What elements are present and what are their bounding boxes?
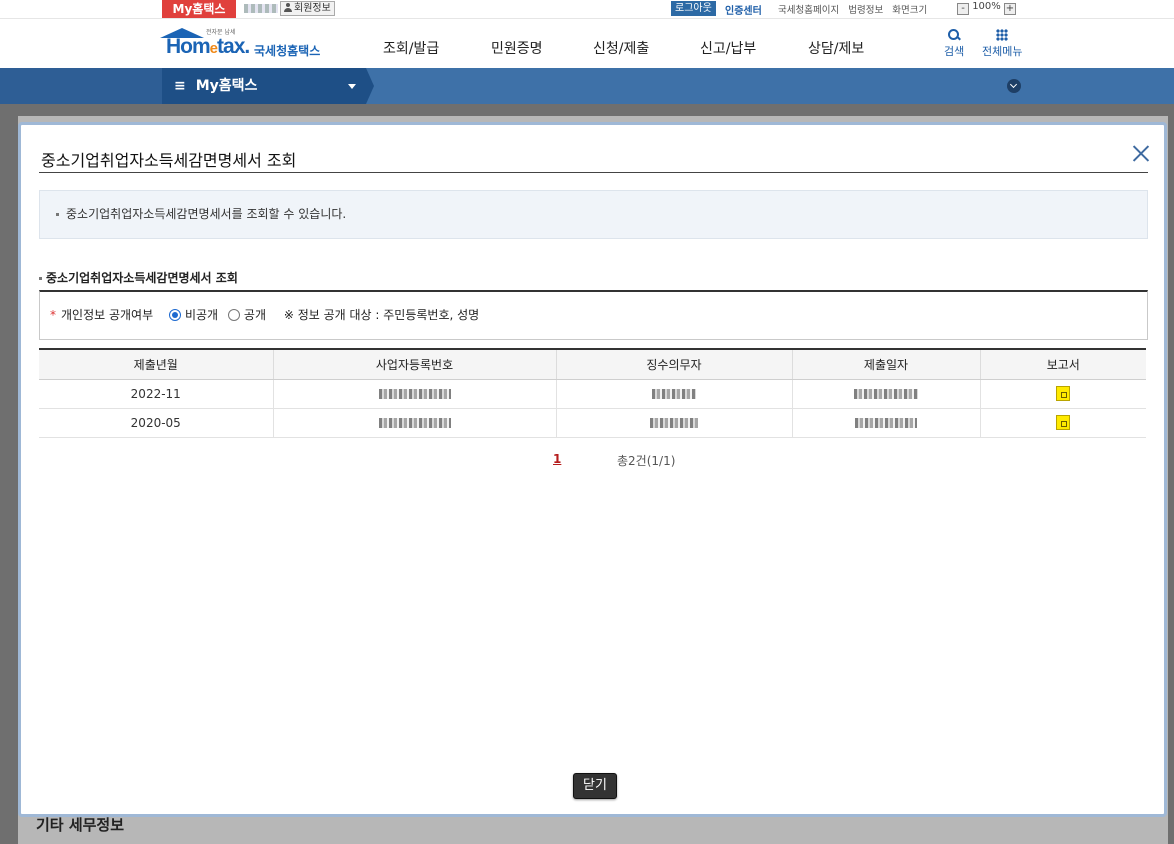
person-icon — [284, 3, 292, 12]
redacted-text — [652, 389, 696, 399]
zoom-level: 100% — [972, 1, 1001, 12]
option-public[interactable]: 공개 — [227, 308, 267, 322]
section-title-text: 중소기업취업자소득세감면명세서 조회 — [46, 271, 238, 285]
logo-wordmark: Hometax. — [166, 35, 250, 59]
statement-table: 제출년월 사업자등록번호 징수의무자 제출일자 보고서 2022-11 2020… — [39, 348, 1146, 438]
cell-report — [979, 379, 1146, 409]
logo-hom: Hom — [166, 35, 211, 58]
close-icon[interactable] — [1132, 144, 1150, 162]
cert-center-link[interactable]: 인증센터 — [725, 2, 762, 17]
all-menu-button[interactable]: 전체메뉴 — [982, 29, 1022, 59]
table-row: 2022-11 — [39, 379, 1146, 409]
expand-down-icon[interactable] — [1007, 79, 1021, 93]
menu-apply[interactable]: 신청/제출 — [593, 38, 649, 58]
my-hometax-nav-label: My홈택스 — [195, 78, 258, 94]
menu-inquiry[interactable]: 조회/발급 — [383, 38, 439, 58]
hometax-logo[interactable]: 전자문 납세 Hometax. 국세청홈택스 — [160, 25, 330, 65]
search-icon — [948, 29, 960, 41]
screen-size-label: 화면크기 — [892, 5, 928, 16]
hamburger-icon: ≡ — [174, 78, 186, 94]
redacted-text — [378, 389, 451, 399]
title-divider — [39, 172, 1148, 173]
option-private-label: 비공개 — [184, 308, 219, 322]
disclosure-note: ※ 정보 공개 대상 : 주민등록번호, 성명 — [283, 308, 480, 322]
radio-public[interactable] — [227, 309, 240, 321]
cell-submit-date-redacted — [791, 408, 980, 438]
nts-homepage-link[interactable]: 국세청홈페이지 — [778, 5, 839, 16]
search-button[interactable]: 검색 — [944, 29, 964, 59]
col-period: 제출년월 — [39, 348, 273, 380]
cell-business-no-redacted — [272, 379, 556, 409]
my-hometax-nav[interactable]: ≡ My홈택스 — [162, 68, 366, 104]
col-submit-date: 제출일자 — [791, 348, 980, 380]
cell-withholder-redacted — [555, 379, 792, 409]
page-1-link[interactable]: 1 — [553, 452, 561, 466]
member-info-label: 회원정보 — [294, 3, 331, 14]
cell-period: 2020-05 — [39, 408, 273, 438]
col-business-no: 사업자등록번호 — [272, 348, 556, 380]
section-title: 중소기업취업자소득세감면명세서 조회 — [39, 269, 238, 286]
zoom-out-button[interactable]: - — [957, 3, 969, 15]
user-name-redacted — [244, 4, 278, 13]
info-text: 중소기업취업자소득세감면명세서를 조회할 수 있습니다. — [66, 207, 347, 221]
cell-submit-date-redacted — [791, 379, 980, 409]
redacted-text — [650, 418, 698, 428]
nav-arrow-shape — [366, 68, 374, 104]
close-button[interactable]: 닫기 — [573, 773, 617, 799]
redacted-text — [854, 389, 918, 399]
cell-withholder-redacted — [555, 408, 792, 438]
background-section-title: 기타 세무정보 — [36, 816, 125, 834]
cell-business-no-redacted — [272, 408, 556, 438]
menu-certificates[interactable]: 민원증명 — [491, 38, 543, 58]
redacted-text — [855, 418, 917, 428]
total-count: 총2건(1/1) — [617, 454, 676, 468]
document-icon[interactable] — [1056, 415, 1071, 430]
bullet-icon — [39, 277, 42, 280]
option-private[interactable]: 비공개 — [168, 308, 219, 322]
modal-title: 중소기업취업자소득세감면명세서 조회 — [41, 151, 297, 170]
cell-period: 2022-11 — [39, 379, 273, 409]
document-icon[interactable] — [1056, 386, 1071, 401]
privacy-filter-label: 개인정보 공개여부 — [61, 308, 154, 322]
zoom-control: - 100% + — [957, 1, 1016, 15]
option-public-label: 공개 — [243, 308, 267, 322]
logo-e: e — [209, 40, 218, 57]
navbar-left-shade — [0, 68, 162, 104]
menu-consult[interactable]: 상담/제보 — [808, 38, 864, 58]
required-mark: * — [50, 308, 56, 322]
navigation-bar: ≡ My홈택스 — [0, 68, 1174, 104]
redacted-text — [378, 418, 451, 428]
cell-report — [979, 408, 1146, 438]
privacy-filter: * 개인정보 공개여부 비공개 공개 ※ 정보 공개 대상 : 주민등록번호, 성… — [39, 290, 1148, 340]
all-menu-label: 전체메뉴 — [982, 45, 1023, 58]
law-info-link[interactable]: 법령정보 — [848, 5, 883, 16]
exemption-statement-modal: 중소기업취업자소득세감면명세서 조회 중소기업취업자소득세감면명세서를 조회할 … — [18, 122, 1167, 817]
my-hometax-tab[interactable]: My홈택스 — [162, 0, 236, 18]
utility-links: 국세청홈페이지 법령정보 화면크기 — [778, 2, 933, 16]
grid-icon — [996, 29, 1009, 41]
info-box: 중소기업취업자소득세감면명세서를 조회할 수 있습니다. — [39, 190, 1148, 239]
site-header: 전자문 납세 Hometax. 국세청홈택스 조회/발급 민원증명 신청/제출 … — [0, 18, 1174, 68]
radio-private[interactable] — [168, 309, 181, 321]
logout-button[interactable]: 로그아웃 — [671, 1, 716, 16]
logo-korean: 국세청홈택스 — [254, 44, 321, 58]
table-header-row: 제출년월 사업자등록번호 징수의무자 제출일자 보고서 — [39, 348, 1146, 380]
zoom-in-button[interactable]: + — [1003, 3, 1016, 15]
col-report: 보고서 — [979, 348, 1146, 380]
bullet-icon — [56, 213, 59, 216]
member-info-button[interactable]: 회원정보 — [280, 1, 335, 16]
col-withholder: 징수의무자 — [555, 348, 792, 380]
menu-filing[interactable]: 신고/납부 — [700, 38, 756, 58]
logo-tax: tax. — [217, 35, 250, 58]
utility-bar: My홈택스 회원정보 로그아웃 인증센터 국세청홈페이지 법령정보 화면크기 -… — [0, 0, 1174, 18]
caret-down-icon[interactable] — [348, 84, 356, 89]
search-label: 검색 — [944, 45, 965, 58]
table-row: 2020-05 — [39, 408, 1146, 438]
